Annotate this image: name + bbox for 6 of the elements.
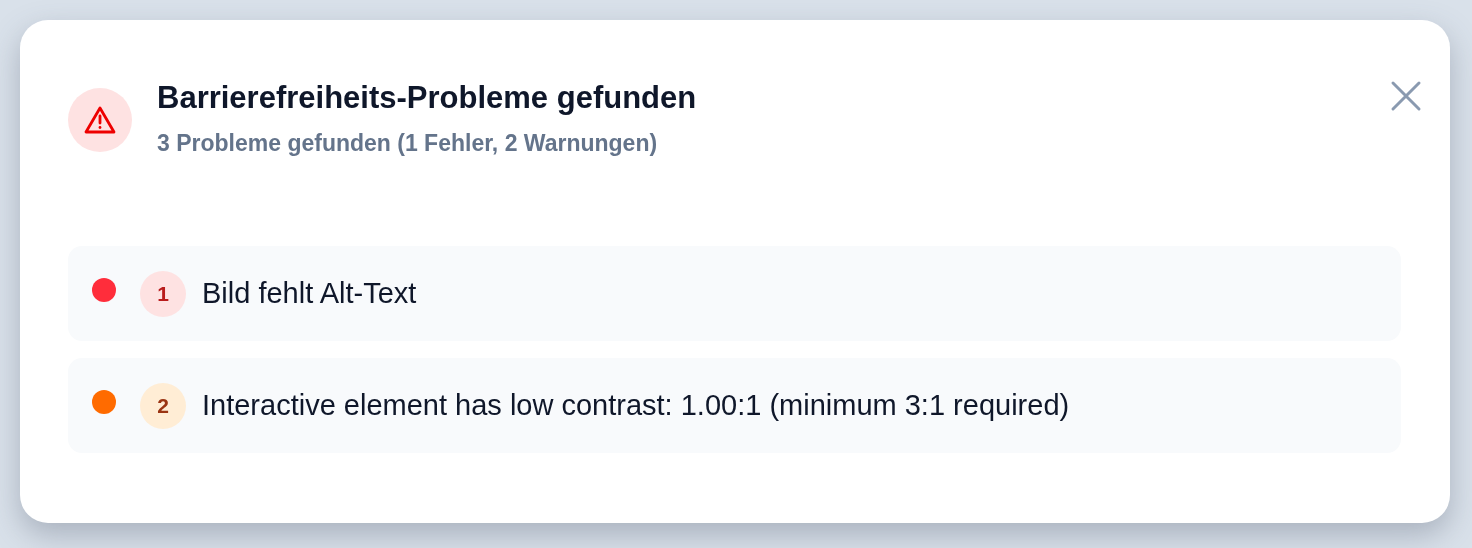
issue-number: 2 xyxy=(140,382,186,429)
issue-message: Bild fehlt Alt-Text xyxy=(202,275,417,311)
dialog-title: Barrierefreiheits-Probleme gefunden xyxy=(157,79,698,117)
issue-message: Interactive element has low contrast: 1.00:1 (minimum 3:1 required) xyxy=(202,387,1070,423)
dialog-subtitle: 3 Probleme gefunden (1 Fehler, 2 Warnungen) xyxy=(157,129,659,158)
issue-number: 1 xyxy=(140,270,186,317)
